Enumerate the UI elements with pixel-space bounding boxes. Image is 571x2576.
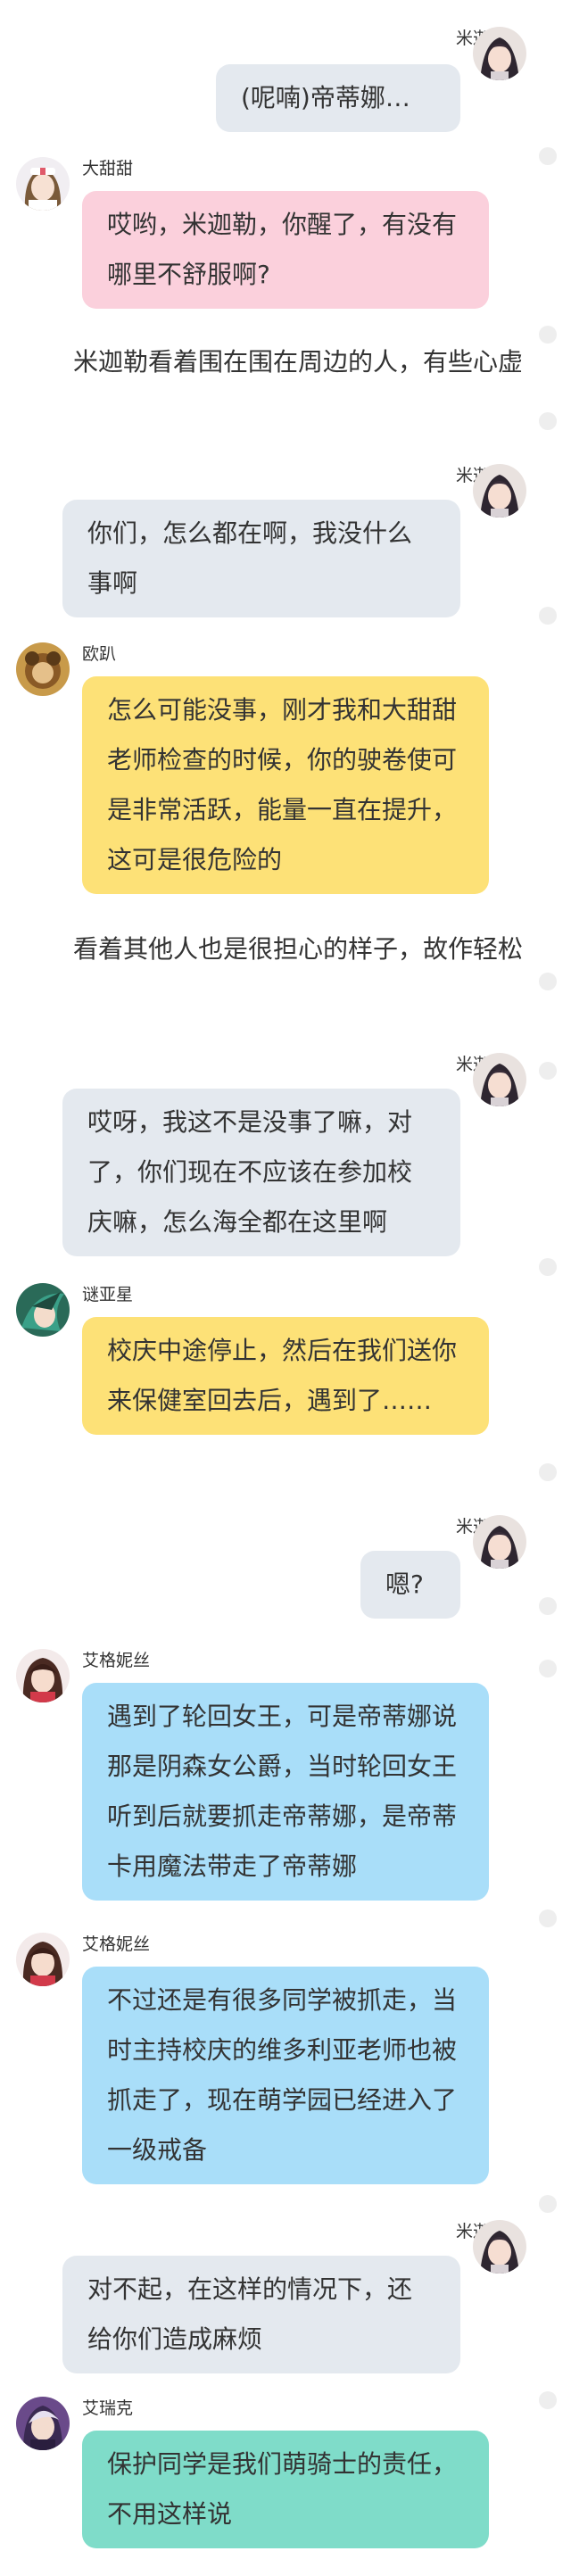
message-bubble: 怎么可能没事，刚才我和大甜甜老师检查的时候，你的驶卷使可是非常活跃，能量一直在提… bbox=[82, 676, 489, 894]
scroll-dot bbox=[539, 1258, 557, 1276]
scroll-dot bbox=[539, 2195, 557, 2213]
message-bubble: 对不起，在这样的情况下，还给你们造成麻烦 bbox=[62, 2256, 460, 2373]
speaker-name: 大甜甜 bbox=[82, 159, 134, 178]
scroll-dot bbox=[539, 2391, 557, 2409]
message-bubble: 哎哟，米迦勒，你醒了，有没有哪里不舒服啊? bbox=[82, 191, 489, 309]
avatar-aigenisi[interactable] bbox=[16, 1933, 70, 1986]
speaker-name: 艾格妮丝 bbox=[82, 1651, 151, 1670]
avatar-oupa[interactable] bbox=[16, 642, 70, 696]
scroll-dot bbox=[539, 607, 557, 625]
scroll-dot bbox=[539, 973, 557, 990]
message-bubble: 哎呀，我这不是没事了嘛，对了，你们现在不应该在参加校庆嘛，怎么海全都在这里啊 bbox=[62, 1089, 460, 1256]
narration-text: 米迦勒看着围在围在周边的人，有些心虚 bbox=[73, 347, 524, 377]
chat-log: 米迦勒 (呢喃)帝蒂娜… 大甜甜 哎哟，米迦勒，你醒了，有没有哪里不舒服啊? 米… bbox=[0, 0, 571, 2576]
narration-text: 看着其他人也是很担心的样子，故作轻松 bbox=[73, 934, 524, 964]
message-bubble: 你们，怎么都在啊，我没什么事啊 bbox=[62, 500, 460, 617]
scroll-dot bbox=[539, 326, 557, 344]
avatar-miyaxing[interactable] bbox=[16, 1283, 70, 1337]
scroll-dot bbox=[539, 1062, 557, 1080]
scroll-dot bbox=[539, 1660, 557, 1677]
scroll-dot bbox=[539, 1463, 557, 1481]
avatar-mikael[interactable] bbox=[473, 464, 526, 518]
avatar-mikael[interactable] bbox=[473, 1515, 526, 1569]
scroll-dot bbox=[539, 147, 557, 165]
message-bubble: 保护同学是我们萌骑士的责任，不用这样说 bbox=[82, 2431, 489, 2548]
message-bubble: (呢喃)帝蒂娜… bbox=[216, 64, 460, 132]
speaker-name: 艾瑞克 bbox=[82, 2398, 134, 2418]
avatar-mikael[interactable] bbox=[473, 27, 526, 80]
speaker-name: 欧趴 bbox=[82, 644, 117, 664]
avatar-datiantian[interactable] bbox=[16, 157, 70, 211]
message-bubble: 不过还是有很多同学被抓走，当时主持校庆的维多利亚老师也被抓走了，现在萌学园已经进… bbox=[82, 1967, 489, 2184]
speaker-name: 艾格妮丝 bbox=[82, 1934, 151, 1954]
scroll-dot bbox=[539, 412, 557, 430]
avatar-airuike[interactable] bbox=[16, 2397, 70, 2450]
message-bubble: 校庆中途停止，然后在我们送你来保健室回去后，遇到了…… bbox=[82, 1317, 489, 1435]
scroll-dot bbox=[539, 1597, 557, 1615]
scroll-dot bbox=[539, 1909, 557, 1927]
avatar-aigenisi[interactable] bbox=[16, 1649, 70, 1702]
message-bubble: 嗯? bbox=[360, 1551, 460, 1619]
speaker-name: 谜亚星 bbox=[82, 1285, 134, 1305]
avatar-mikael[interactable] bbox=[473, 1053, 526, 1106]
avatar-mikael[interactable] bbox=[473, 2220, 526, 2274]
message-bubble: 遇到了轮回女王，可是帝蒂娜说那是阴森女公爵，当时轮回女王听到后就要抓走帝蒂娜，是… bbox=[82, 1683, 489, 1901]
